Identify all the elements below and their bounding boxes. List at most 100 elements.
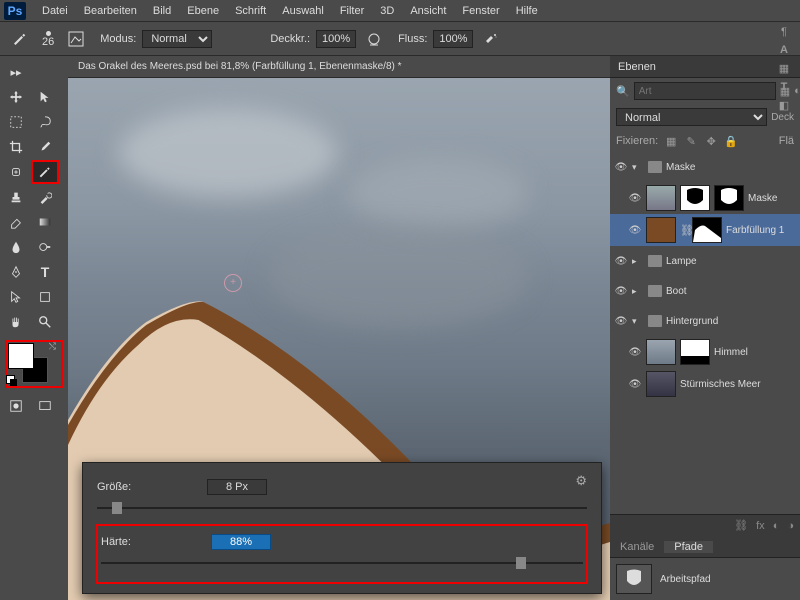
menu-type[interactable]: Schrift [227,5,274,17]
visibility-toggle[interactable]: 👁 [628,345,642,359]
mask-thumb[interactable] [680,339,710,365]
marquee-tool[interactable] [2,110,30,134]
mask-thumb[interactable] [692,217,722,243]
paragraph-icon[interactable]: ¶ [781,26,787,38]
visibility-toggle[interactable]: 👁 [614,284,628,298]
shape-tool[interactable] [31,285,59,309]
type-icon[interactable]: T [781,81,788,93]
zoom-tool[interactable] [31,310,59,334]
collapse-toggle[interactable]: ▾ [632,316,644,327]
blend-mode-select[interactable]: Normal [142,30,212,48]
brush-tool[interactable] [31,160,59,184]
layer-group-lampe[interactable]: 👁 ▸ Lampe [610,246,800,276]
hand-tool[interactable] [2,310,30,334]
type-tool[interactable]: T [31,260,59,284]
visibility-toggle[interactable]: 👁 [628,223,642,237]
adjust-icon[interactable]: ◑ [787,520,794,532]
healing-tool[interactable] [2,160,30,184]
gear-icon[interactable]: ⚙ [575,473,587,489]
layer-farbfuellung[interactable]: 👁 ⛓ Farbfüllung 1 [610,214,800,246]
opacity-input[interactable] [316,30,356,48]
lock-pixel-icon[interactable]: ✎ [684,134,698,148]
lock-all-icon[interactable]: 🔒 [724,134,738,148]
visibility-toggle[interactable]: 👁 [614,314,628,328]
layer-group-maske[interactable]: 👁 ▾ Maske [610,152,800,182]
eraser-tool[interactable] [2,210,30,234]
visibility-toggle[interactable]: 👁 [614,160,628,174]
history-brush-tool[interactable] [31,185,59,209]
lasso-tool[interactable] [31,110,59,134]
pressure-opacity-icon[interactable] [362,27,386,51]
fx-icon[interactable]: fx [756,520,765,532]
layer-thumb[interactable] [646,185,676,211]
layer-maske[interactable]: 👁 Maske [610,182,800,214]
menu-select[interactable]: Auswahl [274,5,332,17]
lock-trans-icon[interactable]: ▦ [664,134,678,148]
visibility-toggle[interactable]: 👁 [628,377,642,391]
size-slider[interactable] [97,501,587,515]
pen-tool[interactable] [2,260,30,284]
collapse-toggle[interactable]: ▾ [632,162,644,173]
swap-colors-icon[interactable]: ⤭ [49,341,56,352]
menu-image[interactable]: Bild [145,5,179,17]
move-tool[interactable] [2,85,30,109]
layer-thumb[interactable] [646,339,676,365]
visibility-toggle[interactable]: 👁 [628,191,642,205]
brush-panel-icon[interactable] [64,27,88,51]
quickmask-tool[interactable] [2,394,30,418]
canvas[interactable]: + ⚙ Größe: 8 Px Härte: 88% [68,78,610,600]
menu-help[interactable]: Hilfe [508,5,546,17]
layer-blend-select[interactable]: Normal [616,108,767,126]
color-swatches[interactable]: ⤭ [6,341,62,387]
character-icon[interactable]: A [780,44,788,56]
styles-icon[interactable]: ◧ [779,99,789,112]
layer-filter-input[interactable] [634,82,776,100]
expand-handle[interactable] [31,60,59,84]
airbrush-icon[interactable] [479,27,503,51]
lock-pos-icon[interactable]: ✥ [704,134,718,148]
layer-group-boot[interactable]: 👁 ▸ Boot [610,276,800,306]
collapse-toggle[interactable]: ▸ [632,286,644,297]
layer-thumb[interactable] [646,217,676,243]
eyedropper-tool[interactable] [31,135,59,159]
mask-thumb-2[interactable] [714,185,744,211]
brush-size-preview[interactable]: 26 [38,31,58,47]
menu-layer[interactable]: Ebene [179,5,227,17]
crop-tool[interactable] [2,135,30,159]
size-value[interactable]: 8 Px [207,479,267,495]
hardness-slider[interactable] [101,556,583,570]
path-select-tool[interactable] [2,285,30,309]
hardness-value[interactable]: 88% [211,534,271,550]
visibility-toggle[interactable]: 👁 [614,254,628,268]
path-thumb[interactable] [616,564,652,594]
menu-filter[interactable]: Filter [332,5,372,17]
gradient-tool[interactable] [31,210,59,234]
blur-tool[interactable] [2,235,30,259]
flow-input[interactable] [433,30,473,48]
swatches-icon[interactable]: ▦ [779,62,789,75]
document-tab[interactable]: Das Orakel des Meeres.psd bei 81,8% (Far… [68,56,610,78]
default-colors-icon[interactable] [6,375,18,387]
menu-3d[interactable]: 3D [372,5,402,17]
menu-file[interactable]: Datei [34,5,76,17]
layer-himmel[interactable]: 👁 Himmel [610,336,800,368]
mask-icon[interactable]: ◐ [773,520,780,532]
mask-thumb[interactable] [680,185,710,211]
layer-thumb[interactable] [646,371,676,397]
menu-window[interactable]: Fenster [454,5,507,17]
collapse-toggle[interactable]: ▸ [632,256,644,267]
screenmode-tool[interactable] [31,394,59,418]
arrow-tool[interactable] [31,85,59,109]
layer-meer[interactable]: 👁 Stürmisches Meer [610,368,800,400]
menu-view[interactable]: Ansicht [402,5,454,17]
paths-tab[interactable]: Pfade [664,541,713,553]
dodge-tool[interactable] [31,235,59,259]
link-icon[interactable]: ⛓ [734,519,748,532]
tool-preset-icon[interactable] [8,27,32,51]
collapse-handle[interactable]: ▸▸ [2,60,30,84]
layer-group-hintergrund[interactable]: 👁 ▾ Hintergrund [610,306,800,336]
foreground-color[interactable] [8,343,34,369]
menu-edit[interactable]: Bearbeiten [76,5,145,17]
channels-tab[interactable]: Kanäle [610,541,664,553]
stamp-tool[interactable] [2,185,30,209]
